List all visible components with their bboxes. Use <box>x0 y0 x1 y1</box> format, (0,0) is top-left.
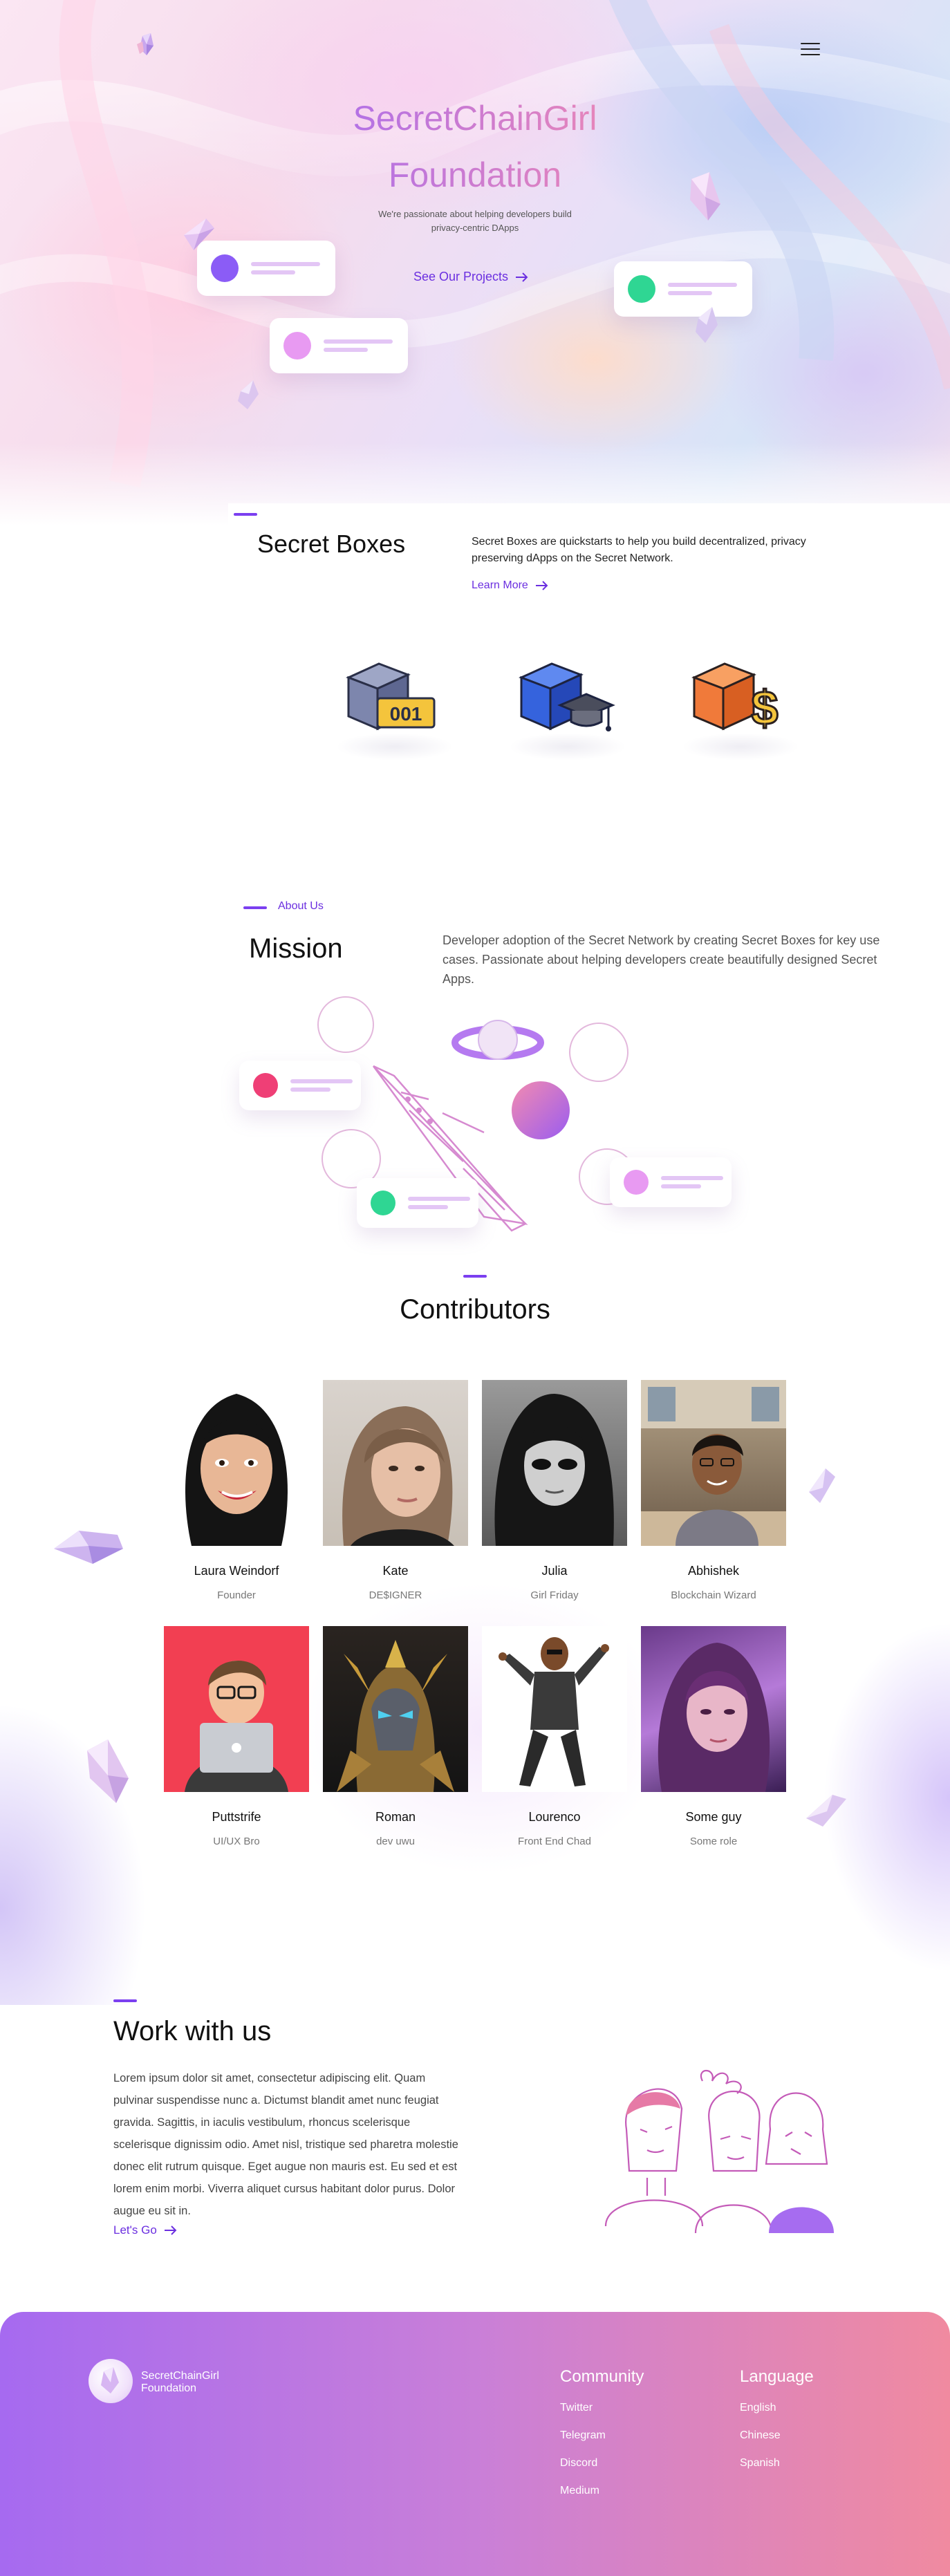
card-dot <box>624 1170 649 1195</box>
hero-card-pink <box>270 318 408 373</box>
contributor-name: Laura Weindorf <box>194 1564 279 1578</box>
crystal-icon <box>87 1739 129 1803</box>
mission-title: Mission <box>249 933 343 964</box>
card-dot <box>371 1191 395 1215</box>
mission-card-pink <box>610 1157 732 1207</box>
footer <box>0 2312 950 2576</box>
contributor-card[interactable]: Julia Girl Friday <box>482 1380 627 1601</box>
people-illustration <box>604 2070 834 2234</box>
card-dot <box>283 332 311 360</box>
language-option-spanish[interactable]: Spanish <box>740 2457 780 2470</box>
contributor-card[interactable]: Kate DE$IGNER <box>323 1380 468 1601</box>
planet-illustration <box>451 1020 544 1060</box>
contributor-name: Some guy <box>685 1810 742 1824</box>
hero-card-green <box>614 261 752 317</box>
avatar <box>641 1626 786 1792</box>
card-dot <box>211 254 239 282</box>
accent-bar <box>113 1999 137 2002</box>
see-projects-label: See Our Projects <box>413 270 509 283</box>
crystal-icon <box>238 380 259 409</box>
box-label: 001 <box>390 703 422 725</box>
avatar <box>482 1380 627 1546</box>
secret-boxes-description: Secret Boxes are quickstarts to help you… <box>472 536 806 564</box>
accent-bar <box>243 906 267 909</box>
hero-swirl-background <box>0 0 950 488</box>
accent-bar <box>463 1275 487 1278</box>
secret-box-education-icon[interactable] <box>512 657 615 740</box>
contributor-card[interactable]: Abhishek Blockchain Wizard <box>641 1380 786 1601</box>
see-projects-link[interactable]: See Our Projects <box>413 270 529 284</box>
card-dot <box>253 1073 278 1098</box>
footer-link-medium[interactable]: Medium <box>560 2485 599 2497</box>
avatar <box>164 1380 309 1546</box>
contributor-role: DE$IGNER <box>369 1589 422 1601</box>
avatar <box>641 1380 786 1546</box>
contributor-name: Lourenco <box>528 1810 581 1824</box>
footer-link-discord[interactable]: Discord <box>560 2457 597 2470</box>
arrow-right-icon <box>535 581 548 590</box>
crystal-icon <box>809 1468 835 1503</box>
community-title: Community <box>560 2367 644 2386</box>
footer-brand: SecretChainGirl Foundation <box>141 2370 219 2394</box>
contributor-name: Roman <box>375 1810 416 1824</box>
card-dot <box>628 275 655 303</box>
accent-bar <box>234 513 257 516</box>
work-with-us-text: Lorem ipsum dolor sit amet, consectetur … <box>113 2072 458 2217</box>
hero-section <box>0 0 950 525</box>
footer-link-telegram[interactable]: Telegram <box>560 2429 606 2442</box>
language-option-chinese[interactable]: Chinese <box>740 2429 781 2442</box>
secret-box-money-icon[interactable]: $ <box>684 657 788 740</box>
contributors-title: Contributors <box>400 1294 550 1325</box>
contributor-role: UI/UX Bro <box>213 1836 260 1847</box>
work-with-us-title: Work with us <box>113 2016 272 2046</box>
hero-subtitle: We're passionate about helping developer… <box>378 209 572 233</box>
contributor-role: Front End Chad <box>518 1836 591 1847</box>
contributor-card[interactable]: Some guy Some role <box>641 1626 786 1847</box>
mission-text: Developer adoption of the Secret Network… <box>443 933 880 986</box>
contributor-name: Kate <box>382 1564 409 1578</box>
contributor-card[interactable]: Laura Weindorf Founder <box>164 1380 309 1601</box>
contributor-role: Girl Friday <box>530 1589 579 1601</box>
crystal-icon <box>184 218 214 250</box>
contributor-name: Julia <box>541 1564 568 1578</box>
crystal-icon <box>696 307 718 343</box>
menu-icon[interactable] <box>801 43 820 58</box>
contributor-name: Abhishek <box>687 1564 740 1578</box>
learn-more-label: Learn More <box>472 579 528 591</box>
arrow-right-icon <box>164 2225 177 2235</box>
language-title: Language <box>740 2367 814 2386</box>
about-us-label: About Us <box>278 900 324 912</box>
svg-text:$: $ <box>752 681 779 735</box>
contributor-role: Some role <box>689 1836 738 1847</box>
contributor-role: dev uwu <box>376 1836 415 1847</box>
contributor-card[interactable]: Roman dev uwu <box>323 1626 468 1847</box>
language-option-english[interactable]: English <box>740 2402 776 2414</box>
avatar <box>482 1626 627 1792</box>
avatar <box>164 1626 309 1792</box>
crystal-icon <box>54 1531 123 1564</box>
page-title: SecretChainGirl Foundation <box>0 90 950 203</box>
lets-go-label: Let's Go <box>113 2223 157 2237</box>
contributor-card[interactable]: Lourenco Front End Chad <box>482 1626 627 1847</box>
footer-logo-icon[interactable] <box>89 2359 133 2403</box>
secret-box-001-icon[interactable]: 001 <box>339 657 443 740</box>
footer-link-twitter[interactable]: Twitter <box>560 2402 593 2414</box>
lets-go-link[interactable]: Let's Go <box>113 2223 178 2237</box>
arrow-right-icon <box>516 272 528 282</box>
crystal-icon <box>690 172 720 221</box>
crystal-logo-icon[interactable] <box>133 30 162 59</box>
contributor-card[interactable]: Puttstrife UI/UX Bro <box>164 1626 309 1847</box>
mission-card-red <box>239 1061 361 1110</box>
avatar <box>323 1626 468 1792</box>
mission-card-green <box>357 1178 478 1228</box>
learn-more-link[interactable]: Learn More <box>472 579 549 592</box>
contributor-role: Blockchain Wizard <box>671 1589 756 1601</box>
crystal-icon <box>806 1795 846 1827</box>
contributor-role: Founder <box>217 1589 256 1601</box>
contributor-name: Puttstrife <box>212 1810 261 1824</box>
avatar <box>323 1380 468 1546</box>
secret-boxes-title: Secret Boxes <box>257 530 406 558</box>
